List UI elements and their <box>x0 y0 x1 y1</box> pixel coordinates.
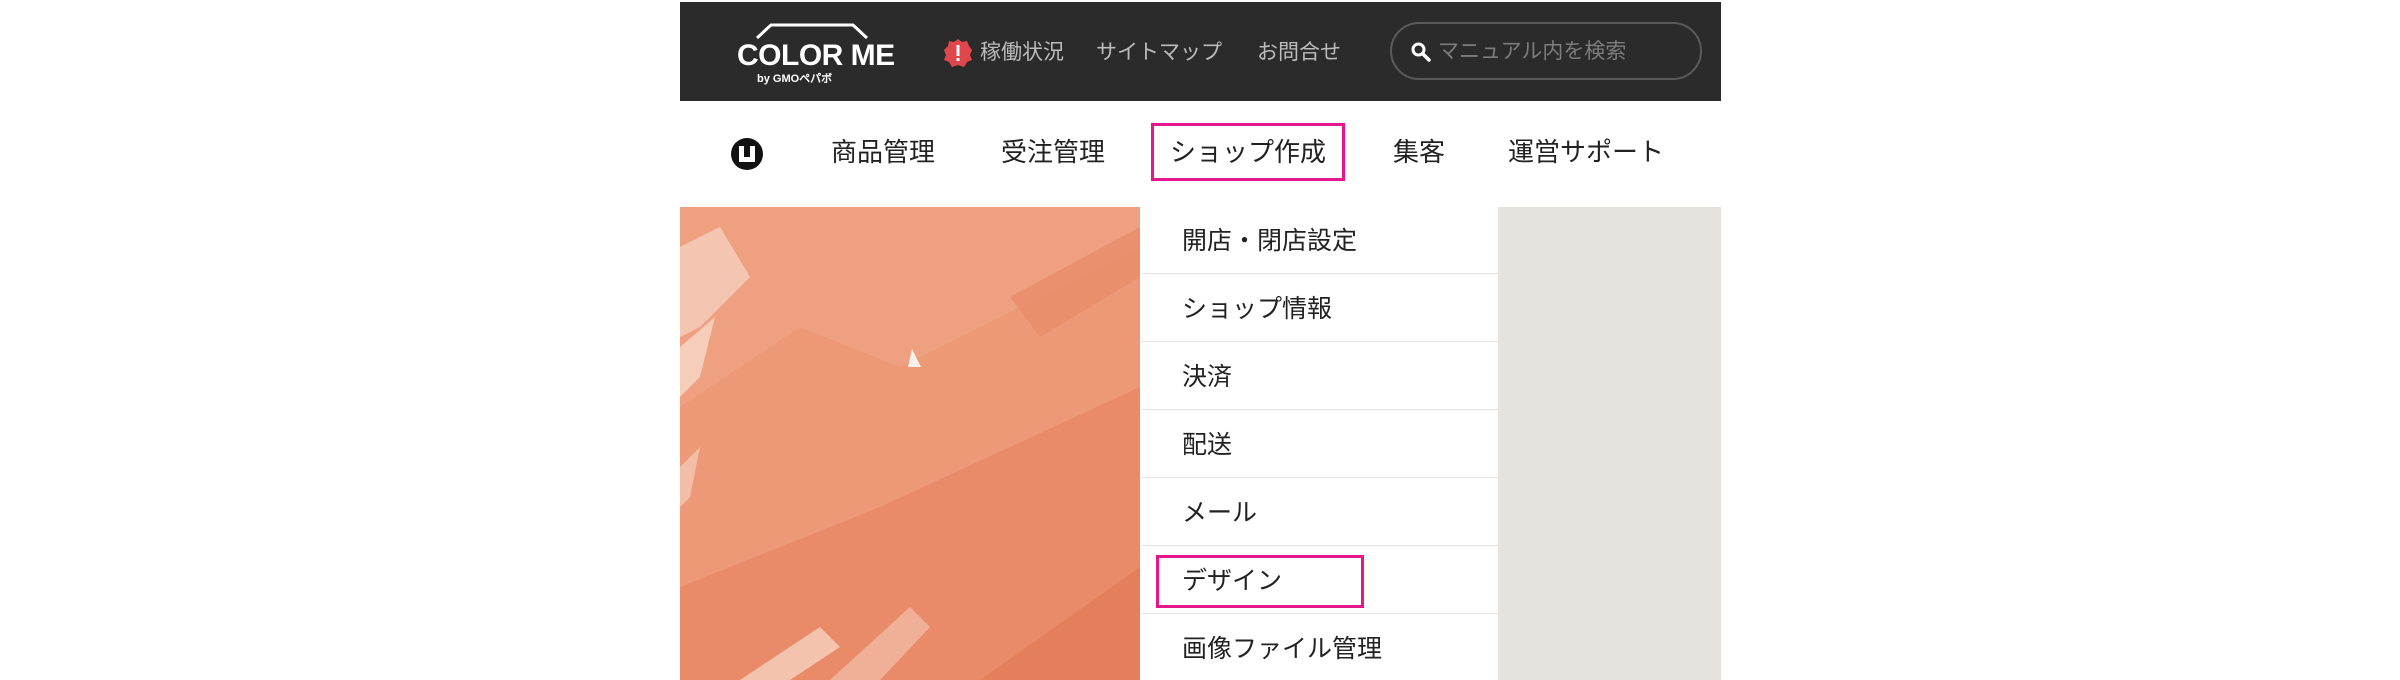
menu-item-label: 開店・閉店設定 <box>1182 226 1358 255</box>
top-header: COLOR ME by GMOペパボ 稼働状況 サイトマップ お問合せ <box>680 2 1721 101</box>
shop-builder-dropdown: 開店・閉店設定 ショップ情報 決済 配送 メール デザイン 画像ファイル管理 <box>1142 207 1498 680</box>
house-roof-icon <box>755 23 869 40</box>
menu-item-label: ショップ情報 <box>1182 294 1333 323</box>
contact-link[interactable]: お問合せ <box>1257 37 1341 67</box>
page-canvas: COLOR ME by GMOペパボ 稼働状況 サイトマップ お問合せ マニュア… <box>0 0 2400 680</box>
nav-item-shop-builder[interactable]: ショップ作成 <box>1151 123 1346 181</box>
status-link[interactable]: 稼働状況 <box>980 37 1064 67</box>
sitemap-link[interactable]: サイトマップ <box>1096 37 1222 67</box>
menu-item-label: デザイン <box>1182 566 1283 595</box>
search-box <box>1390 22 1702 80</box>
menu-item-label: 画像ファイル管理 <box>1182 634 1383 663</box>
menu-item-email[interactable]: メール <box>1142 479 1498 546</box>
hero-brush-texture <box>680 207 1140 680</box>
side-image-panel <box>1498 207 1721 680</box>
nav-item-operations-support[interactable]: 運営サポート <box>1508 131 1664 175</box>
help-manual-icon[interactable] <box>730 137 764 171</box>
nav-item-orders[interactable]: 受注管理 <box>1001 131 1105 175</box>
nav-item-products[interactable]: 商品管理 <box>831 131 935 175</box>
menu-item-shop-info[interactable]: ショップ情報 <box>1142 275 1498 342</box>
menu-item-design[interactable]: デザイン <box>1142 547 1498 614</box>
nav-item-marketing[interactable]: 集客 <box>1393 131 1445 175</box>
menu-item-label: 決済 <box>1182 362 1233 391</box>
manual-site: COLOR ME by GMOペパボ 稼働状況 サイトマップ お問合せ マニュア… <box>680 0 1721 680</box>
logo-subtext: by GMOペパボ <box>757 73 833 85</box>
menu-item-store-open-close[interactable]: 開店・閉店設定 <box>1142 207 1498 274</box>
search-input[interactable] <box>1438 32 1678 70</box>
menu-item-label: 配送 <box>1182 430 1233 459</box>
logo-text: COLOR ME <box>737 39 895 72</box>
search-icon[interactable] <box>1410 41 1432 63</box>
menu-item-label: メール <box>1182 498 1258 527</box>
color-me-logo[interactable]: COLOR ME by GMOペパボ <box>735 20 895 85</box>
menu-item-shipping[interactable]: 配送 <box>1142 411 1498 478</box>
alert-badge-icon <box>944 39 972 67</box>
hero-image <box>680 207 1140 680</box>
main-nav: 商品管理 受注管理 ショップ作成 集客 運営サポート <box>680 101 1721 205</box>
menu-item-payment[interactable]: 決済 <box>1142 343 1498 410</box>
menu-item-image-files[interactable]: 画像ファイル管理 <box>1142 615 1498 680</box>
